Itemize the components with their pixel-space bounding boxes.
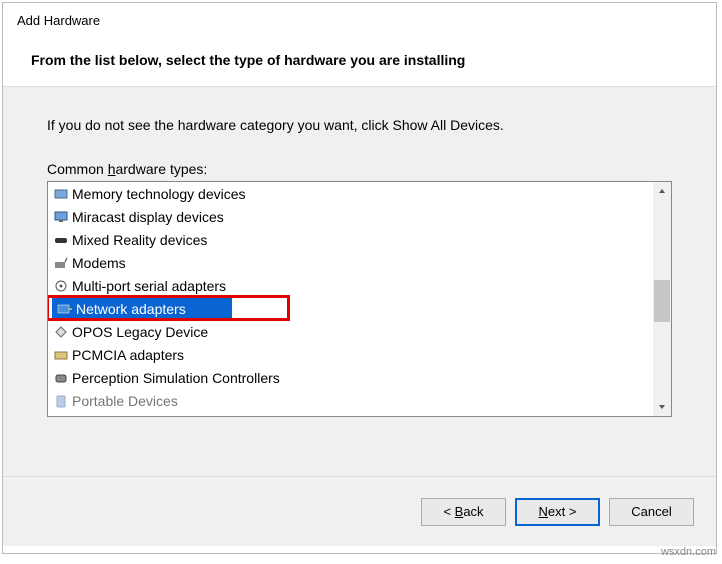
list-item[interactable]: Portable Devices — [48, 389, 653, 412]
diamond-icon — [52, 324, 70, 340]
list-item-selected[interactable]: Network adapters — [48, 297, 653, 320]
dialog-header: Add Hardware From the list below, select… — [3, 3, 716, 86]
hardware-types-listbox[interactable]: Memory technology devices Miracast displ… — [47, 181, 672, 417]
header-instruction: From the list below, select the type of … — [17, 52, 702, 68]
list-item-label: Network adapters — [76, 301, 186, 317]
list-item-label: Modems — [72, 255, 126, 271]
dialog-footer: < Back Next > Cancel — [3, 476, 716, 546]
cancel-button[interactable]: Cancel — [609, 498, 694, 526]
list-item-label: Memory technology devices — [72, 186, 246, 202]
list-item[interactable]: Perception Simulation Controllers — [48, 366, 653, 389]
list-item-label: PCMCIA adapters — [72, 347, 184, 363]
hint-text: If you do not see the hardware category … — [47, 117, 672, 133]
card-icon — [52, 347, 70, 363]
list-item[interactable]: PCMCIA adapters — [48, 343, 653, 366]
scrollbar-track[interactable] — [653, 200, 671, 398]
list-item-label: Miracast display devices — [72, 209, 224, 225]
list-item-label: OPOS Legacy Device — [72, 324, 208, 340]
list-item[interactable]: Modems — [48, 251, 653, 274]
list-item[interactable]: OPOS Legacy Device — [48, 320, 653, 343]
monitor-icon — [52, 209, 70, 225]
chip-icon — [52, 186, 70, 202]
scroll-up-button[interactable] — [653, 182, 671, 200]
port-icon — [52, 278, 70, 294]
headset-icon — [52, 232, 70, 248]
list-label: Common hardware types: — [47, 161, 672, 177]
list-item-label: Perception Simulation Controllers — [72, 370, 280, 386]
list-item-label: Multi-port serial adapters — [72, 278, 226, 294]
modem-icon — [52, 255, 70, 271]
list-item[interactable]: Multi-port serial adapters — [48, 274, 653, 297]
list-item-label: Portable Devices — [72, 393, 178, 409]
dialog-title: Add Hardware — [17, 13, 702, 28]
network-icon — [56, 301, 74, 317]
list-item[interactable]: Memory technology devices — [48, 182, 653, 205]
chevron-up-icon — [658, 188, 666, 194]
dialog-body: If you do not see the hardware category … — [3, 87, 716, 476]
portable-icon — [52, 393, 70, 409]
list-item[interactable]: Mixed Reality devices — [48, 228, 653, 251]
attribution-text: wsxdn.com — [661, 546, 716, 558]
next-button[interactable]: Next > — [515, 498, 600, 526]
chevron-down-icon — [658, 404, 666, 410]
list-item[interactable]: Miracast display devices — [48, 205, 653, 228]
scroll-down-button[interactable] — [653, 398, 671, 416]
list-item-label: Mixed Reality devices — [72, 232, 207, 248]
controller-icon — [52, 370, 70, 386]
scrollbar[interactable] — [653, 182, 671, 416]
back-button[interactable]: < Back — [421, 498, 506, 526]
scrollbar-thumb[interactable] — [654, 280, 670, 322]
add-hardware-dialog: Add Hardware From the list below, select… — [2, 2, 717, 554]
